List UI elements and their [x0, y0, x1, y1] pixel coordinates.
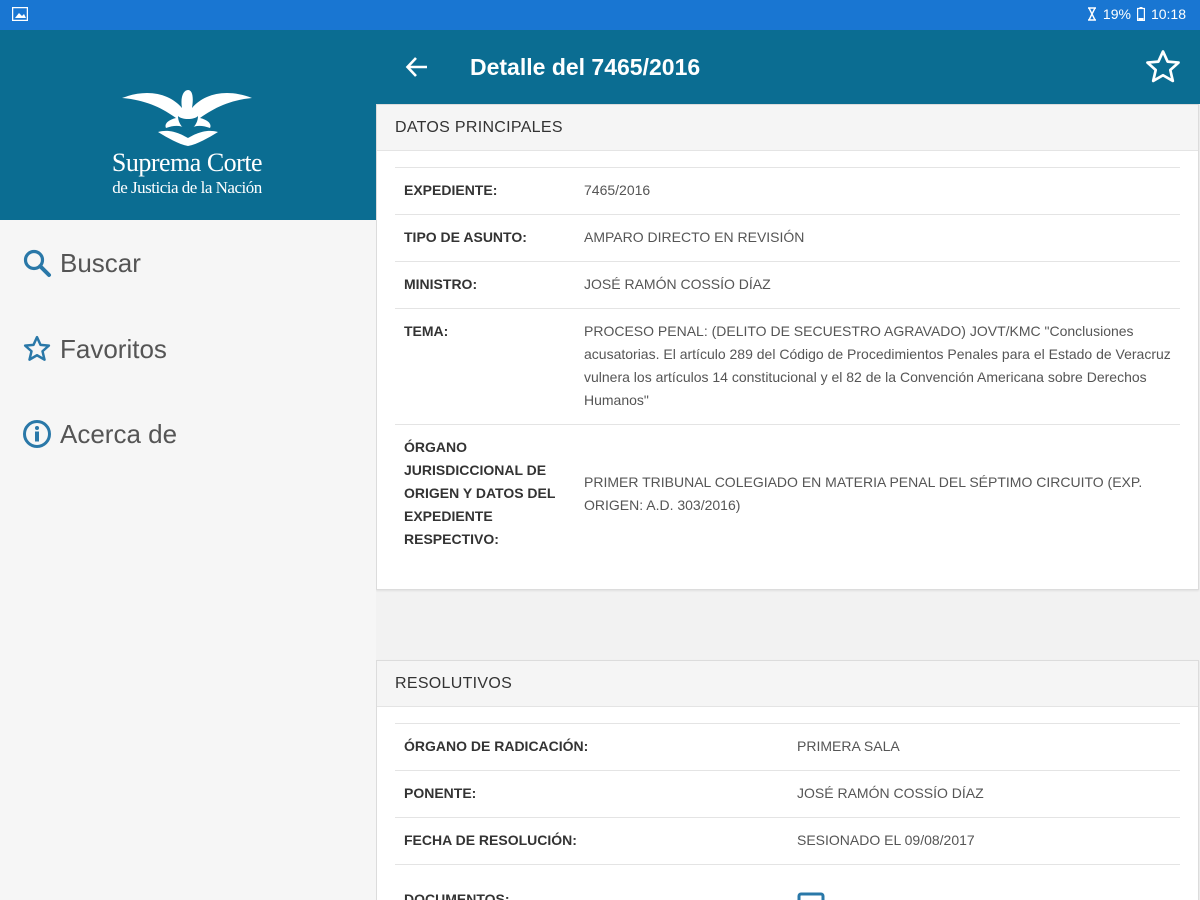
detail-content: DATOS PRINCIPALES EXPEDIENTE: 7465/2016 …: [376, 104, 1200, 900]
clock: 10:18: [1150, 6, 1186, 22]
row-value-text: PRIMER TRIBUNAL COLEGIADO EN MATERIA PEN…: [584, 473, 1143, 513]
drawer-item-favoritos[interactable]: Favoritos: [22, 329, 167, 369]
row-value: AMPARO DIRECTO EN REVISIÓN: [584, 229, 805, 245]
table-row: MINISTRO: JOSÉ RAMÓN COSSÍO DÍAZ: [395, 261, 1180, 308]
drawer-item-acerca-de[interactable]: Acerca de: [22, 414, 177, 454]
table-row: ÓRGANO DE RADICACIÓN: PRIMERA SALA: [395, 723, 1180, 770]
logo-title: Suprema Corte: [111, 148, 263, 177]
navigation-drawer: Suprema Corte de Justicia de la Nación B…: [0, 30, 376, 900]
table-row: EXPEDIENTE: 7465/2016: [395, 167, 1180, 214]
table-row: ÓRGANO JURISDICCIONAL DE ORIGEN Y DATOS …: [395, 424, 1180, 563]
row-value: JOSÉ RAMÓN COSSÍO DÍAZ: [584, 276, 771, 292]
info-icon: [23, 420, 51, 448]
table-row: PONENTE: JOSÉ RAMÓN COSSÍO DÍAZ: [395, 770, 1180, 817]
logo-subtitle: de Justicia de la Nación: [112, 178, 262, 197]
row-value: PROCESO PENAL: (DELITO DE SECUESTRO AGRA…: [584, 323, 1171, 408]
table-row: TIPO DE ASUNTO: AMPARO DIRECTO EN REVISI…: [395, 214, 1180, 261]
drawer-item-label: Buscar: [60, 247, 141, 278]
row-key: ÓRGANO JURISDICCIONAL DE ORIGEN Y DATOS …: [404, 439, 556, 547]
app-bar: Detalle del 7465/2016: [376, 30, 1200, 104]
row-key: PONENTE:: [404, 785, 477, 801]
table-row: TEMA: PROCESO PENAL: (DELITO DE SECUESTR…: [395, 308, 1180, 424]
row-key: TEMA:: [404, 323, 449, 339]
drawer-item-label: Acerca de: [60, 418, 178, 449]
drawer-item-buscar[interactable]: Buscar: [22, 243, 141, 283]
row-value: PRIMER TRIBUNAL COLEGIADO EN MATERIA PEN…: [584, 425, 1174, 563]
row-value: JOSÉ RAMÓN COSSÍO DÍAZ: [797, 785, 984, 801]
battery-icon: [1136, 7, 1145, 21]
row-key: EXPEDIENTE:: [404, 182, 498, 198]
card-title: DATOS PRINCIPALES: [377, 105, 1198, 151]
row-value: 7465/2016: [584, 182, 651, 198]
table-row: FECHA DE RESOLUCIÓN: SESIONADO EL 09/08/…: [395, 817, 1180, 864]
card-title: RESOLUTIVOS: [377, 661, 1198, 707]
search-icon: [23, 249, 51, 277]
gallery-notification-icon: [12, 7, 28, 21]
eagle-emblem-icon: [122, 90, 252, 146]
battery-percent: 19%: [1102, 6, 1131, 22]
status-right: 19% 10:18: [1087, 6, 1186, 22]
scjn-logo: Suprema Corte de Justicia de la Nación: [96, 80, 278, 200]
page-title: Detalle del 7465/2016: [470, 54, 701, 80]
resolutivos-card: RESOLUTIVOS ÓRGANO DE RADICACIÓN: PRIMER…: [376, 660, 1199, 900]
row-key: ÓRGANO DE RADICACIÓN:: [404, 738, 589, 754]
document-icon[interactable]: [797, 888, 831, 900]
hourglass-icon: [1087, 7, 1096, 21]
row-value: PRIMERA SALA: [797, 738, 900, 754]
star-icon: [23, 335, 51, 361]
row-value: [797, 877, 831, 900]
datos-principales-card: DATOS PRINCIPALES EXPEDIENTE: 7465/2016 …: [376, 104, 1199, 590]
back-arrow-icon[interactable]: [404, 54, 430, 80]
row-value: SESIONADO EL 09/08/2017: [797, 832, 975, 848]
drawer-item-label: Favoritos: [60, 333, 167, 364]
table-row: DOCUMENTOS:: [395, 864, 1180, 900]
row-key: DOCUMENTOS:: [404, 891, 510, 900]
row-key: TIPO DE ASUNTO:: [404, 229, 527, 245]
status-bar: 19% 10:18: [0, 0, 1200, 30]
row-key: FECHA DE RESOLUCIÓN:: [404, 832, 577, 848]
drawer-header: Suprema Corte de Justicia de la Nación: [0, 30, 376, 220]
row-key: MINISTRO:: [404, 276, 478, 292]
favorite-star-icon[interactable]: [1144, 48, 1182, 86]
